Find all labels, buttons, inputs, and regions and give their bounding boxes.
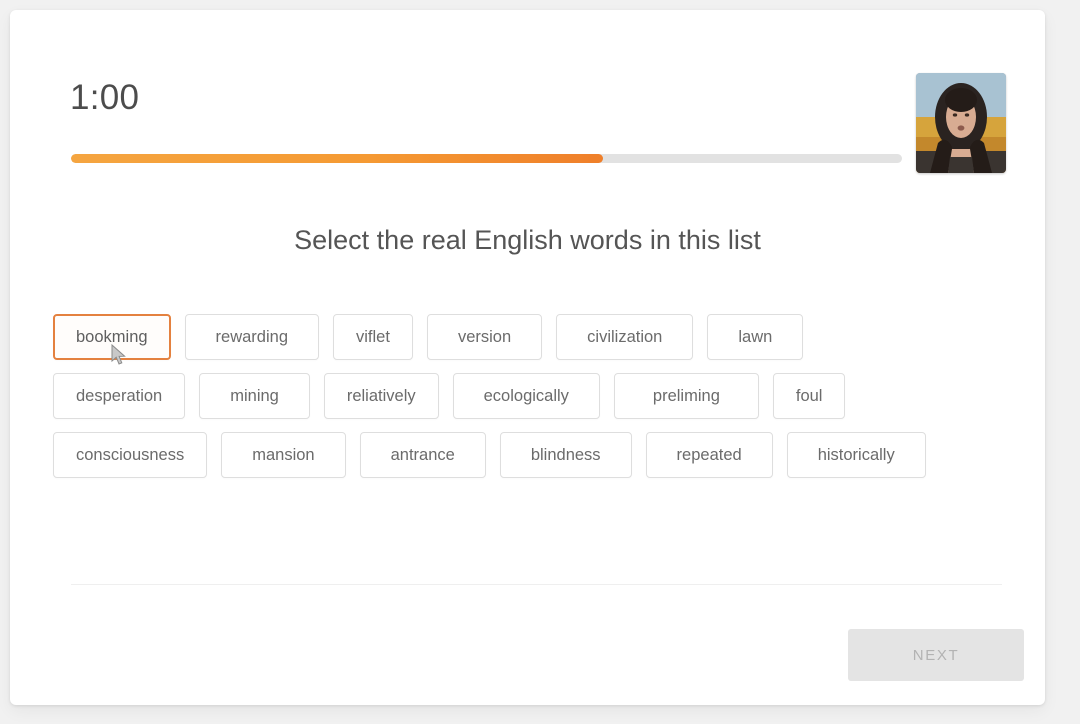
word-option-viflet[interactable]: viflet [333,314,413,360]
word-option-rewarding[interactable]: rewarding [184,314,320,360]
word-options-container: bookming rewarding viflet version civilizati… [53,314,1008,491]
footer-divider [71,584,1002,585]
word-option-historically[interactable]: historically [786,432,926,478]
word-option-reliatively[interactable]: reliatively [323,373,439,419]
word-option-mansion[interactable]: mansion [221,432,346,478]
next-button[interactable]: NEXT [848,629,1024,681]
word-option-desperation[interactable]: desperation [53,373,186,419]
word-option-blindness[interactable]: blindness [499,432,632,478]
countdown-timer: 1:00 [70,78,140,117]
word-option-repeated[interactable]: repeated [645,432,773,478]
word-row: bookming rewarding viflet version civilizati… [53,314,1008,360]
header-row: 1:00 [61,65,1006,173]
word-option-foul[interactable]: foul [772,373,846,419]
word-row: consciousness mansion antrance blindness rep… [53,432,1008,478]
word-option-antrance[interactable]: antrance [359,432,486,478]
webcam-video-preview[interactable] [916,73,1006,173]
test-card: 1:00 Select the real English words in th… [10,10,1045,705]
word-option-preliming[interactable]: preliming [613,373,759,419]
word-option-mining[interactable]: mining [199,373,310,419]
word-option-consciousness[interactable]: consciousness [53,432,208,478]
webcam-frame-icon [916,73,1006,173]
progress-bar-track [71,154,902,163]
word-row: desperation mining reliatively ecologically… [53,373,1008,419]
word-option-civilization[interactable]: civilization [556,314,694,360]
progress-bar-fill [71,154,603,163]
word-option-version[interactable]: version [426,314,543,360]
word-option-ecologically[interactable]: ecologically [452,373,600,419]
word-option-lawn[interactable]: lawn [707,314,804,360]
question-prompt: Select the real English words in this li… [294,225,761,255]
word-option-bookming[interactable]: bookming [53,314,171,360]
